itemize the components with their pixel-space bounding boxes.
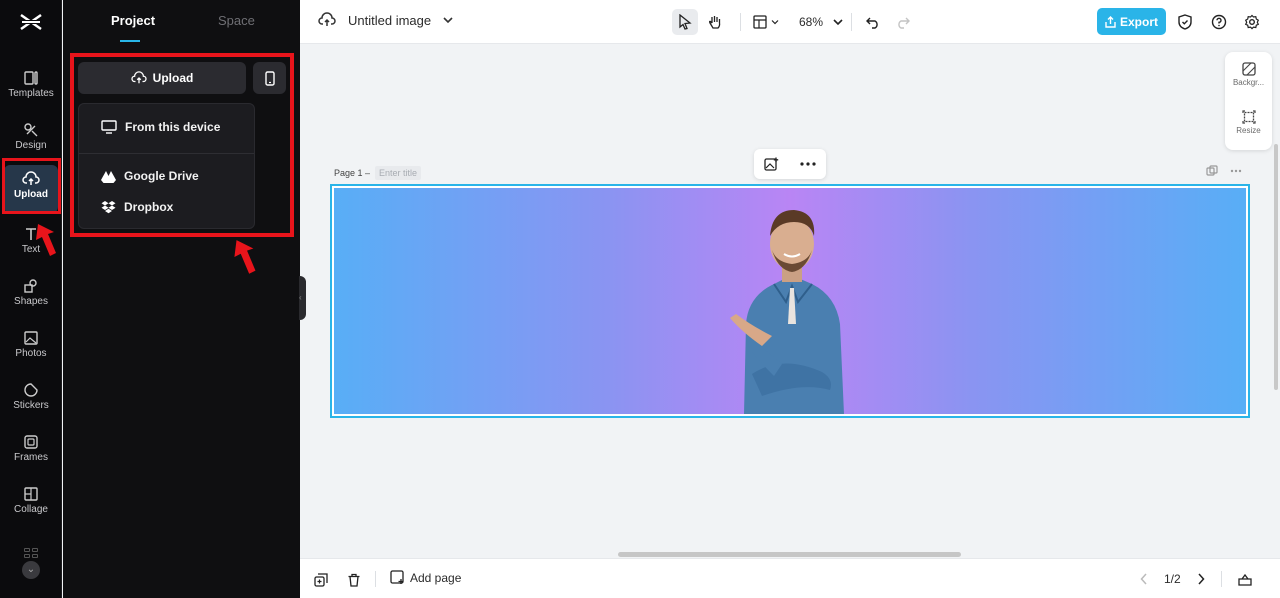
hand-icon	[708, 16, 721, 29]
rail-item-shapes[interactable]: Shapes	[4, 272, 58, 320]
rail-label-photos: Photos	[15, 348, 47, 359]
duplicate-icon	[314, 573, 328, 587]
undo-icon	[866, 17, 878, 29]
trash-icon	[348, 573, 360, 587]
undo-button[interactable]	[860, 9, 886, 35]
redo-button[interactable]	[890, 9, 916, 35]
shapes-icon	[24, 279, 37, 293]
divider	[375, 571, 376, 587]
stickers-icon	[24, 383, 38, 397]
canvas-page[interactable]	[330, 184, 1250, 418]
add-page-icon	[390, 570, 404, 584]
annotation-highlight-upload-rail	[2, 158, 61, 214]
vertical-scrollbar[interactable]	[1274, 144, 1278, 390]
duplicate-page-button[interactable]	[312, 571, 330, 589]
gear-icon	[1244, 14, 1260, 30]
rail-item-frames[interactable]: Frames	[4, 428, 58, 476]
export-button[interactable]: Export	[1097, 8, 1166, 35]
document-title[interactable]: Untitled image	[348, 13, 431, 28]
page-tools	[1206, 165, 1242, 177]
help-button[interactable]	[1209, 12, 1229, 32]
chevron-right-icon[interactable]	[1197, 573, 1205, 585]
rail-label-frames: Frames	[14, 452, 48, 463]
capcut-logo-icon[interactable]	[18, 10, 44, 34]
rail-item-stickers[interactable]: Stickers	[4, 376, 58, 424]
divider	[1220, 571, 1222, 587]
horizontal-scrollbar[interactable]	[618, 552, 961, 557]
shield-check-icon	[1178, 14, 1192, 30]
add-page-button[interactable]: Add page	[390, 570, 461, 585]
person-photo-image[interactable]	[722, 204, 862, 414]
page-label: Page 1 –	[334, 168, 371, 178]
chevron-down-icon: ⌄	[22, 561, 40, 579]
chevron-down-icon	[771, 20, 779, 25]
background-button[interactable]: Backgr...	[1225, 62, 1272, 87]
shield-button[interactable]	[1175, 12, 1195, 32]
chevron-down-icon[interactable]	[443, 16, 453, 24]
apps-grid-icon	[24, 548, 38, 558]
help-icon	[1211, 14, 1227, 30]
templates-icon	[24, 71, 38, 85]
resize-label: Resize	[1236, 126, 1261, 135]
rail-item-collage[interactable]: Collage	[4, 480, 58, 528]
export-icon	[1105, 15, 1116, 28]
page-navigator: 1/2	[1140, 571, 1252, 587]
chevron-down-icon	[833, 19, 843, 26]
annotation-arrow-rail-icon	[36, 224, 56, 256]
zoom-control[interactable]: 68%	[799, 15, 843, 29]
rail-item-design[interactable]: Design	[4, 116, 58, 164]
rail-label-design: Design	[15, 140, 47, 151]
rail-more-button[interactable]: ⌄	[21, 548, 41, 584]
frames-icon	[24, 435, 38, 449]
left-rail: Templates Design Upload Text Shapes Phot…	[0, 0, 62, 598]
page-counter: 1/2	[1164, 572, 1181, 586]
cursor-icon	[679, 14, 692, 30]
bottom-toolbar: Add page 1/2	[300, 558, 1280, 598]
select-tool-button[interactable]	[672, 9, 698, 35]
resize-icon	[1241, 110, 1256, 124]
rail-label-shapes: Shapes	[14, 296, 48, 307]
tab-active-indicator	[120, 40, 140, 42]
design-icon	[24, 123, 38, 137]
pages-panel-icon[interactable]	[1238, 573, 1252, 586]
zoom-level: 68%	[799, 15, 824, 29]
page-header: Page 1 – Enter title	[334, 166, 422, 180]
background-icon	[1241, 62, 1256, 76]
cloud-save-icon[interactable]	[318, 12, 336, 28]
chevron-left-icon[interactable]	[1140, 573, 1148, 585]
rail-item-templates[interactable]: Templates	[4, 64, 58, 112]
more-icon[interactable]	[800, 162, 816, 166]
annotation-highlight-upload-panel	[70, 53, 294, 237]
panel-collapse-handle[interactable]: ‹	[299, 276, 306, 320]
resize-button[interactable]: Resize	[1225, 110, 1272, 135]
page-more-icon[interactable]	[1230, 169, 1242, 173]
layout-icon	[753, 15, 767, 29]
duplicate-page-icon[interactable]	[1206, 165, 1218, 177]
rail-label-templates: Templates	[8, 88, 54, 99]
background-label: Backgr...	[1232, 78, 1265, 87]
tab-space[interactable]: Space	[218, 13, 255, 28]
layout-menu-button[interactable]	[749, 9, 783, 35]
canvas-context-toolbar	[754, 149, 826, 179]
export-label: Export	[1119, 14, 1158, 29]
rail-label-stickers: Stickers	[13, 400, 49, 411]
top-toolbar: Untitled image 68% Export	[300, 0, 1280, 44]
canvas-gradient-background	[334, 188, 1246, 414]
annotation-arrow-panel-icon	[234, 240, 256, 274]
add-page-label: Add page	[410, 570, 462, 585]
properties-float-panel: Backgr... Resize	[1225, 52, 1272, 150]
settings-button[interactable]	[1242, 12, 1262, 32]
add-image-icon[interactable]	[764, 157, 779, 172]
page-title-input[interactable]: Enter title	[375, 166, 422, 180]
delete-page-button[interactable]	[345, 571, 363, 589]
photos-icon	[24, 331, 38, 345]
tab-project[interactable]: Project	[111, 13, 155, 28]
redo-icon	[898, 17, 911, 29]
hand-tool-button[interactable]	[702, 9, 728, 35]
rail-label-collage: Collage	[14, 504, 48, 515]
rail-item-photos[interactable]: Photos	[4, 324, 58, 372]
collage-icon	[24, 487, 38, 501]
